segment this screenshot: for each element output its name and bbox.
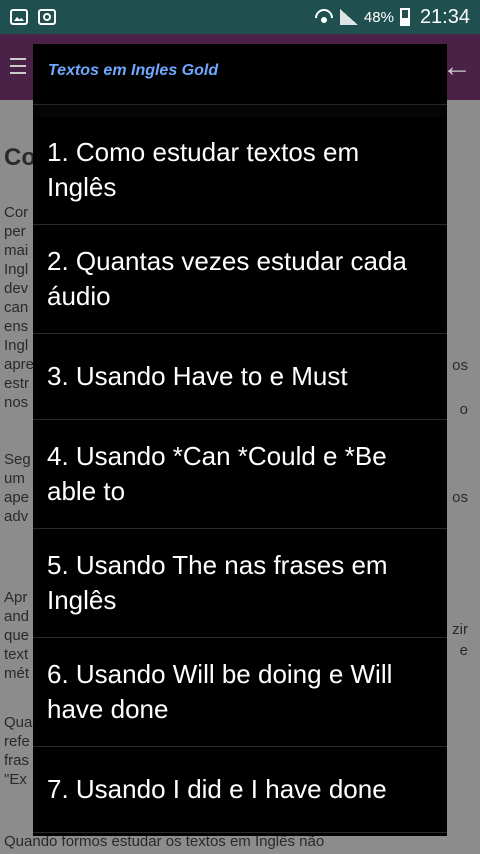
status-bar: 48% 21:34 xyxy=(0,0,480,34)
article-right-fragment: zir xyxy=(452,621,468,638)
instagram-notification-icon xyxy=(38,9,56,25)
topics-dialog: Textos em Ingles Gold 1. Como estudar te… xyxy=(33,44,447,836)
menu-icon[interactable] xyxy=(10,58,26,74)
list-item[interactable]: 2. Quantas vezes estudar cada áudio xyxy=(33,225,447,334)
battery-percentage: 48% xyxy=(363,8,394,26)
list-item[interactable]: 5. Usando The nas frases em Inglês xyxy=(33,529,447,638)
list-item[interactable]: 1. Como estudar textos em Inglês xyxy=(33,116,447,225)
gallery-notification-icon xyxy=(10,9,28,25)
article-title-fragment: Co xyxy=(4,144,36,171)
signal-icon xyxy=(339,9,358,25)
article-right-fragment: os xyxy=(452,357,468,374)
dialog-title: Textos em Ingles Gold xyxy=(48,62,219,79)
clock: 21:34 xyxy=(419,5,470,28)
wifi-icon xyxy=(314,9,334,25)
topics-list: 1. Como estudar textos em Inglês 2. Quan… xyxy=(33,116,447,833)
list-item[interactable]: 4. Usando *Can *Could e *Be able to xyxy=(33,420,447,529)
battery-icon xyxy=(399,8,410,26)
list-item[interactable]: 7. Usando I did e I have done xyxy=(33,747,447,833)
article-right-fragment: os xyxy=(452,489,468,506)
list-item[interactable]: 6. Usando Will be doing e Will have done xyxy=(33,638,447,747)
article-right-fragment: o xyxy=(459,401,468,418)
article-right-fragment: e xyxy=(459,642,468,659)
list-item[interactable]: 3. Usando Have to e Must xyxy=(33,334,447,420)
